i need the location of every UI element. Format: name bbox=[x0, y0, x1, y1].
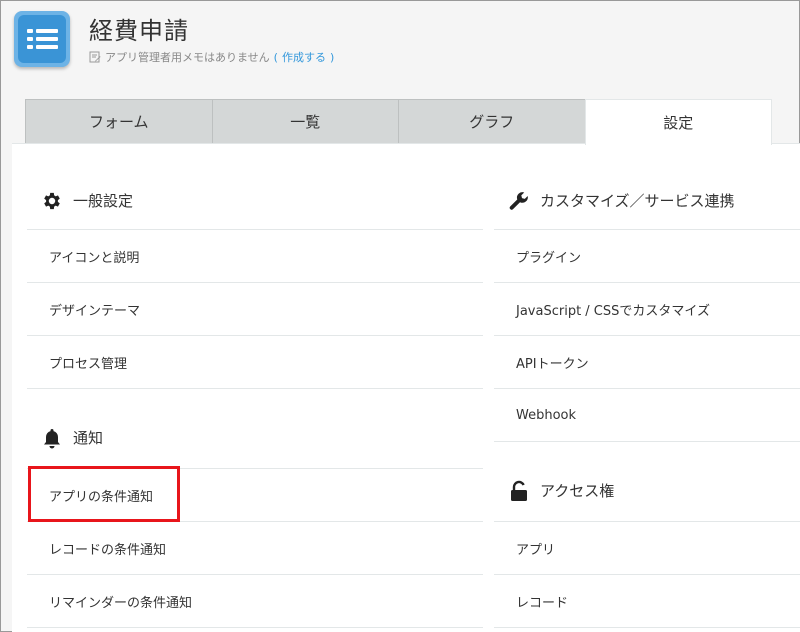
tab-settings[interactable]: 設定 bbox=[584, 99, 772, 145]
wrench-icon bbox=[508, 190, 530, 212]
app-list-icon bbox=[14, 11, 70, 67]
bell-icon bbox=[41, 427, 63, 449]
settings-item-access-app[interactable]: アプリ bbox=[494, 522, 800, 575]
memo-link-close: ) bbox=[329, 50, 335, 64]
settings-panel: 一般設定 アイコンと説明 デザインテーマ プロセス管理 通知 アプリの条件通知 … bbox=[12, 143, 800, 632]
settings-item-reminder-notification[interactable]: リマインダーの条件通知 bbox=[27, 575, 483, 628]
settings-tabs: フォーム 一覧 グラフ 設定 bbox=[25, 99, 772, 145]
app-memo: アプリ管理者用メモはありません ( 作成する) bbox=[89, 49, 334, 65]
lock-icon bbox=[508, 480, 530, 502]
tab-form[interactable]: フォーム bbox=[25, 99, 213, 143]
settings-item-access-record[interactable]: レコード bbox=[494, 575, 800, 628]
gear-icon bbox=[41, 190, 63, 212]
memo-text: アプリ管理者用メモはありません bbox=[105, 51, 270, 64]
tab-list[interactable]: 一覧 bbox=[211, 99, 399, 143]
settings-item-design-theme[interactable]: デザインテーマ bbox=[27, 283, 483, 336]
tab-graph[interactable]: グラフ bbox=[398, 99, 586, 143]
memo-create-link[interactable]: 作成する bbox=[282, 49, 326, 65]
settings-item-process-management[interactable]: プロセス管理 bbox=[27, 336, 483, 389]
section-general-header: 一般設定 bbox=[27, 144, 483, 230]
section-general-title: 一般設定 bbox=[73, 192, 134, 210]
settings-item-plugin[interactable]: プラグイン bbox=[494, 230, 800, 283]
section-access-title: アクセス権 bbox=[540, 482, 615, 500]
settings-item-app-notification[interactable]: アプリの条件通知 bbox=[27, 469, 483, 522]
settings-item-js-css-customize[interactable]: JavaScript / CSSでカスタマイズ bbox=[494, 283, 800, 336]
settings-item-record-notification[interactable]: レコードの条件通知 bbox=[27, 522, 483, 575]
left-column: 一般設定 アイコンと説明 デザインテーマ プロセス管理 通知 アプリの条件通知 … bbox=[27, 144, 483, 628]
section-notify-title: 通知 bbox=[73, 429, 104, 447]
app-header: 経費申請 アプリ管理者用メモはありません ( 作成する) bbox=[1, 1, 800, 99]
settings-item-api-token[interactable]: APIトークン bbox=[494, 336, 800, 389]
settings-item-icon-description[interactable]: アイコンと説明 bbox=[27, 230, 483, 283]
section-customize-title: カスタマイズ／サービス連携 bbox=[540, 192, 735, 210]
section-notify-header: 通知 bbox=[27, 389, 483, 469]
memo-edit-icon bbox=[89, 51, 101, 63]
section-customize-header: カスタマイズ／サービス連携 bbox=[494, 144, 800, 230]
memo-link-open: ( bbox=[273, 50, 278, 64]
section-access-header: アクセス権 bbox=[494, 442, 800, 522]
settings-item-webhook[interactable]: Webhook bbox=[494, 389, 800, 442]
page-title: 経費申請 bbox=[89, 17, 189, 45]
right-column: カスタマイズ／サービス連携 プラグイン JavaScript / CSSでカスタ… bbox=[494, 144, 800, 628]
